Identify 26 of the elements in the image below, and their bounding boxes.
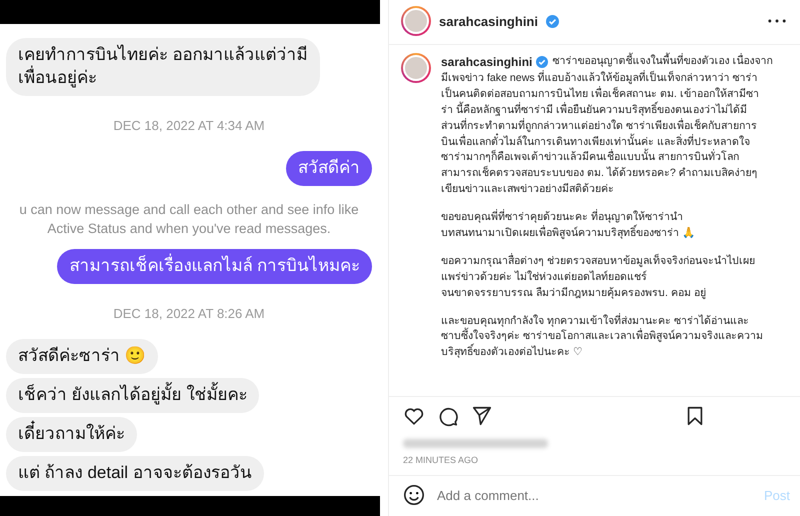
message-timestamp: DEC 18, 2022 AT 8:26 AM [112,306,266,321]
post-time: 22 MINUTES AGO [402,454,480,467]
emoji-icon[interactable] [403,484,425,506]
caption-paragraph: ขอขอบคุณพี่ที่ซาร่าคุยด้วยนะคะ ที่อนุญาตให้ซาร่านำ บทสนทนามาเปิดเผยเพื่อพิสูจน์ความบริสุทธิ์ของซาร่า 🙏 [441,210,696,242]
caption-paragraph: มีเพจข่าว fake news ที่แอบอ้างแล้วให้ข้อมูลที่เป็นเท็จกล่าวหาว่า ซาร่า เป็นคนติดต่อสอบถามการบินไทย เพื่อเช็คสถานะ ตม. เข้าออกให้สามีซา ร่า นี้คือหลักฐานที่ซาร่ามี เพื่อยืนยันความบริสุทธิ์ของตนเองว่าไม่ได้มี ส่วนที่กระทำตามที่ถูกกล่าวหาแต่อย่างใด ซาร่าเพียงเพื่อเช็คกับสายการ บินเพื่อแลกตั๋วไมล์ในการเดินทางเพียงเท่านั้นค่ะ และสิ่งที่ประหลาดใจ ซาร่ามากๆก็คือเพจเต้าข่าวแล้วมีคนเชื่อแบบนั้น สายการบินทั่วโลก สามารถเช็คตรวจสอบระบบของ ตม. ได้ด้วยหรอคะ? คำถามเบสิคง่ายๆ เขียนข่าวและเสพข่าวอย่างมีสติด้วยค่ะ [441,71,760,198]
caption-username[interactable]: sarahcasinghini [441,53,532,71]
avatar[interactable] [401,6,431,36]
chat-notice: u can now message and call each other and see info like Active Status and when you've read messages. [18,200,360,238]
verified-badge-icon [546,14,559,28]
received-message: แต่ ถ้าลง detail อาจจะต้องรอวัน [6,456,264,491]
caption-paragraph: ขอความกรุณาสื่อต่างๆ ช่วยตรวจสอบหาข้อมูลเท็จจริงก่อนจะนำไปเผย แพร่ข่าวด้วยค่ะ ไม่ใช่ห่วงแต่ยอดไลท์ยอดแชร์ จนขาดจรรยาบรรณ ลืมว่ามีกฎหมายคุ้มครองพรบ. คอม อยู่ [441,254,756,301]
comment-icon[interactable] [437,405,459,427]
verified-badge-icon [536,56,548,68]
sent-message: สวัสดีค่า [286,150,372,186]
received-message: สวัสดีค่ะซาร่า 🙂 [6,338,158,374]
received-message: เดี๋ยวถามให้ค่ะ [6,416,137,452]
avatar[interactable] [401,53,431,83]
caption-paragraph: และขอบคุณทุกกำลังใจ ทุกความเข้าใจที่ส่งมานะคะ ซาร่าได้อ่านและ ซาบซึ้งใจจริงๆค่ะ ซาร่าขอโอกาสและเวลาเพื่อพิสูจน์ความจริงและความ บริสุทธิ์ของตัวเองต่อไปนะคะ ♡ [441,314,764,360]
received-message: เคยทำการบินไทยค่ะ ออกมาแล้วแต่ว่ามี เพื่อนอยู่ค่ะ [6,38,320,96]
share-icon[interactable] [471,405,493,427]
sent-message: สามารถเช็คเรื่องแลกไมล์ การบินไหมคะ [57,248,372,284]
caption-text: ซาร่าขออนุญาตชี้แจงในพื้นที่ของตัวเอง เนื่องจาก [552,54,772,70]
message-timestamp: DEC 18, 2022 AT 4:34 AM [112,118,266,133]
received-message: เช็คว่า ยังแลกได้อยู่มั้ย ใช่มั้ยคะ [6,378,260,413]
username[interactable]: sarahcasinghini [439,14,538,28]
more-options-icon[interactable] [768,19,786,23]
